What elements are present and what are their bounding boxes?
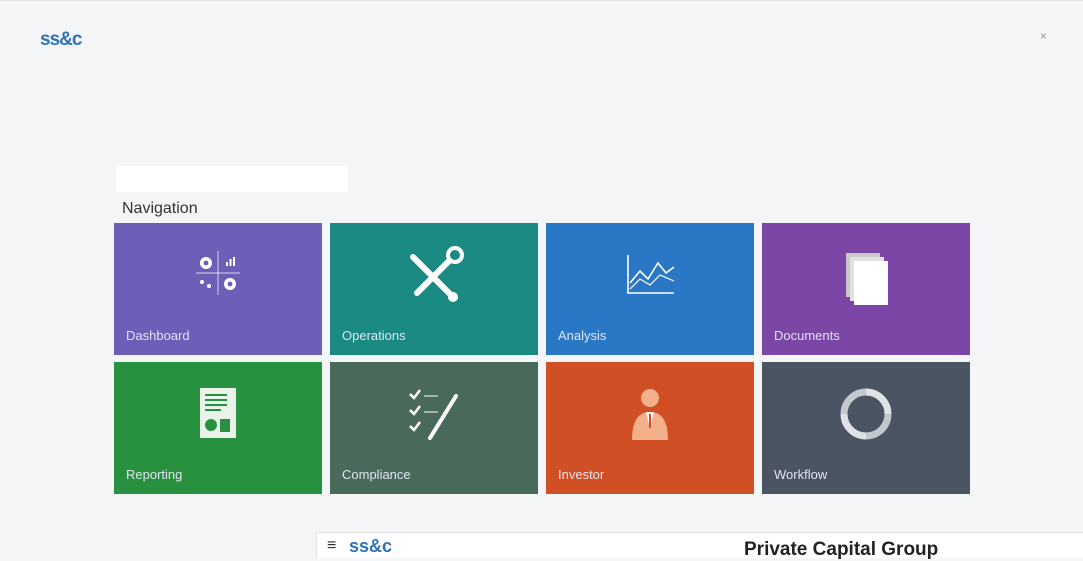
tile-dashboard[interactable]: Dashboard — [114, 223, 322, 355]
tile-label: Documents — [774, 328, 840, 343]
header-bar: ≡ ss&c Private Capital Group — [316, 532, 1083, 560]
close-icon[interactable]: × — [1040, 29, 1047, 43]
tile-label: Workflow — [774, 467, 828, 482]
tile-documents[interactable]: Documents — [762, 223, 970, 355]
org-title: Private Capital Group — [744, 539, 939, 560]
investor-icon — [632, 389, 668, 440]
tile-label: Compliance — [342, 467, 411, 482]
tile-label: Dashboard — [126, 328, 190, 343]
tile-operations[interactable]: Operations — [330, 223, 538, 355]
menu-icon[interactable]: ≡ — [327, 537, 336, 555]
report-icon — [200, 388, 236, 438]
tile-label: Reporting — [126, 467, 183, 482]
tile-workflow[interactable]: Workflow — [762, 362, 970, 494]
navigation-heading: Navigation — [122, 200, 198, 217]
workflow-icon — [840, 388, 892, 440]
tile-investor[interactable]: Investor — [546, 362, 754, 494]
tile-analysis[interactable]: Analysis — [546, 223, 754, 355]
tile-compliance[interactable]: Compliance — [330, 362, 538, 494]
search-bar-placeholder — [116, 166, 348, 192]
navigation-grid: Dashboard Operations Analysis Documents … — [114, 223, 970, 494]
app-window: ss&c × Navigation Dashboard Operations A… — [0, 0, 1083, 560]
line-chart-icon — [627, 255, 675, 294]
tile-label: Operations — [342, 328, 406, 343]
ssc-logo-small: ss&c — [349, 536, 393, 556]
ssc-logo: ss&c — [40, 29, 82, 51]
dashboard-icon — [196, 251, 240, 295]
logo-text: ss&c — [40, 29, 82, 50]
tile-label: Investor — [558, 467, 605, 482]
checklist-icon — [409, 389, 458, 440]
documents-icon — [846, 253, 888, 305]
tools-icon — [410, 246, 464, 302]
tile-reporting[interactable]: Reporting — [114, 362, 322, 494]
tile-label: Analysis — [558, 328, 607, 343]
